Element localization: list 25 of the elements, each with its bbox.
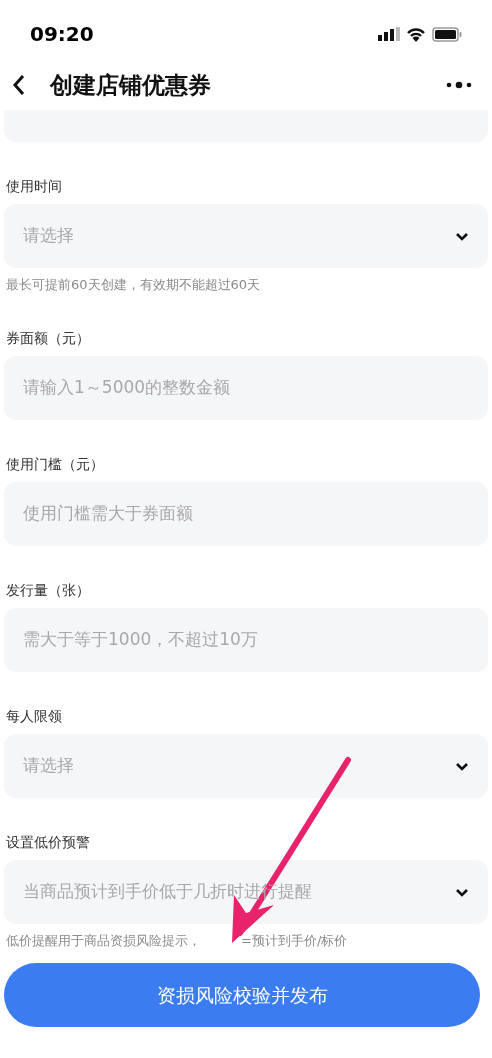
battery-icon (432, 26, 462, 42)
chevron-down-icon (455, 887, 469, 897)
wifi-icon (406, 26, 426, 42)
chevron-down-icon (455, 761, 469, 771)
signal-icon (378, 27, 400, 41)
input-field[interactable]: 使用门槛需大于券面额 (4, 482, 488, 546)
more-icon[interactable] (446, 81, 472, 89)
field-label: 发行量（张） (5, 581, 91, 600)
hint-text: 最长可提前60天创建，有效期不能超过60天 (6, 276, 261, 294)
field-label: 券面额（元） (5, 329, 91, 348)
hint-text: 低价提醒用于商品资损风险提示， (6, 932, 201, 950)
hint-text: =预计到手价/标价 (241, 932, 348, 950)
publish-button[interactable]: 资损风险校验并发布 (4, 963, 480, 1027)
page-title: 创建店铺优惠券 (50, 70, 211, 100)
select-field[interactable]: 请选择 (4, 734, 488, 798)
field-label: 设置低价预警 (5, 833, 91, 852)
status-time: 09:20 (30, 21, 94, 48)
chevron-down-icon (455, 231, 469, 241)
back-icon[interactable] (12, 74, 26, 96)
select-field[interactable]: 请选择 (4, 204, 488, 268)
input-field[interactable]: 需大于等于1000，不超过10万 (4, 608, 488, 672)
field-label: 使用门槛（元） (5, 455, 105, 474)
field-label: 使用时间 (5, 177, 63, 196)
field-label: 每人限领 (5, 707, 63, 726)
input-field[interactable]: 请输入1～5000的整数金额 (4, 356, 488, 420)
